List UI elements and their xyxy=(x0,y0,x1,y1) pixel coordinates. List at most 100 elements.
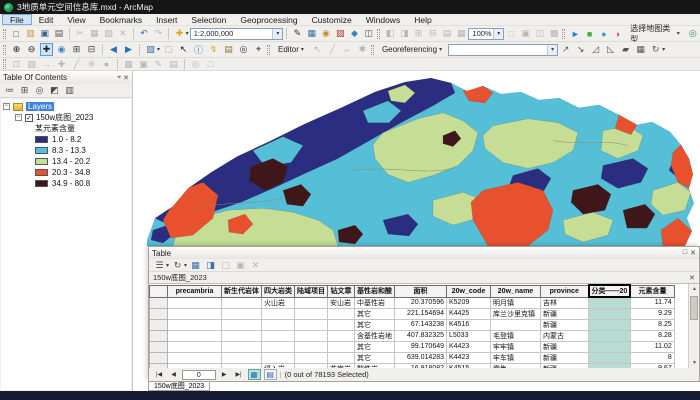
legend-swatch[interactable] xyxy=(35,136,48,143)
column-header[interactable]: 基性岩和酸 xyxy=(355,285,395,297)
list-by-drawing-order-icon[interactable]: ≔ xyxy=(3,84,16,97)
table-cell[interactable]: 11.02 xyxy=(630,341,674,352)
blue-globe-icon[interactable]: ● xyxy=(598,27,610,40)
table-cell[interactable]: 吉林 xyxy=(541,297,589,308)
table-cell[interactable] xyxy=(328,319,355,330)
menu-view[interactable]: View xyxy=(60,14,92,25)
page-icon-2[interactable]: ▦ xyxy=(455,27,467,40)
toolbar-grip[interactable] xyxy=(3,45,6,55)
open-folder-icon[interactable]: ▥ xyxy=(24,27,36,40)
table-cell[interactable]: 16.918082 xyxy=(395,363,447,368)
table-cell[interactable] xyxy=(168,319,222,330)
table-options-icon[interactable]: ☰ xyxy=(153,259,166,272)
layout-icon-1[interactable]: ◧ xyxy=(384,27,396,40)
record-number-input[interactable]: 0 xyxy=(182,370,216,380)
topo-icon-12[interactable]: ◎ xyxy=(189,58,202,71)
legend-swatch[interactable] xyxy=(35,169,48,176)
toolbar-grip[interactable] xyxy=(562,29,565,39)
table-cell[interactable]: 新疆 xyxy=(541,308,589,319)
snap-icon[interactable]: ✱ xyxy=(356,43,369,56)
zoom-to-selected-icon[interactable]: ▣ xyxy=(234,259,247,272)
undo-icon[interactable]: ↶ xyxy=(138,27,150,40)
collapse-icon[interactable]: − xyxy=(15,114,22,121)
redo-icon[interactable]: ↷ xyxy=(152,27,164,40)
data-frame-tab[interactable]: 150w底图_2023 xyxy=(148,382,210,391)
chevron-down-icon[interactable]: ▾ xyxy=(166,262,169,269)
table-cell[interactable] xyxy=(262,352,295,363)
save-icon[interactable]: ▣ xyxy=(38,27,50,40)
chevron-down-icon[interactable]: ▾ xyxy=(493,29,503,39)
collapse-icon[interactable]: − xyxy=(3,103,10,110)
table-cell[interactable] xyxy=(589,363,631,368)
go-to-xy-icon[interactable]: ⌖ xyxy=(252,43,265,56)
table-cell[interactable]: 其它 xyxy=(355,319,395,330)
show-selected-records-button[interactable]: ▤ xyxy=(264,369,277,380)
row-selector[interactable] xyxy=(150,352,168,363)
table-cell[interactable] xyxy=(222,341,262,352)
zoom-out-icon[interactable]: ⊖ xyxy=(25,43,38,56)
row-selector[interactable] xyxy=(150,341,168,352)
prev-record-button[interactable]: ◀ xyxy=(168,370,179,379)
cut-icon[interactable]: ✂ xyxy=(74,27,86,40)
table-cell[interactable] xyxy=(168,308,222,319)
table-cell[interactable]: 20.370596 xyxy=(395,297,447,308)
toc-layer-node[interactable]: − ✓ 150w底图_2023 xyxy=(1,112,131,123)
topo-icon-10[interactable]: ✎ xyxy=(152,58,165,71)
table-cell[interactable] xyxy=(295,341,328,352)
table-cell[interactable]: 9.67 xyxy=(630,363,674,368)
table-cell[interactable]: 明月镇 xyxy=(491,297,541,308)
table-cell[interactable]: 牢牢镇 xyxy=(491,341,541,352)
table-cell[interactable] xyxy=(262,308,295,319)
table-cell[interactable] xyxy=(222,308,262,319)
georeferencing-menu[interactable]: Georeferencing▾ xyxy=(377,43,448,56)
table-cell[interactable]: 其它 xyxy=(355,341,395,352)
table-cell[interactable]: 侵入岩 xyxy=(262,363,295,368)
menu-file[interactable]: File xyxy=(2,14,32,25)
layout-zoom-combo[interactable]: 100%▾ xyxy=(468,28,504,40)
zoom-page-out-icon[interactable]: ⊟ xyxy=(427,27,439,40)
legend-swatch[interactable] xyxy=(35,158,48,165)
pan-icon[interactable]: ✚ xyxy=(40,43,53,56)
column-header[interactable]: 20w_name xyxy=(491,285,541,297)
table-cell[interactable]: 67.143238 xyxy=(395,319,447,330)
legend-item[interactable]: 1.0 - 8.2 xyxy=(1,134,131,145)
page-icon-1[interactable]: ▤ xyxy=(441,27,453,40)
maximize-icon[interactable]: □ xyxy=(683,249,687,257)
table-cell[interactable] xyxy=(262,330,295,341)
toolbar-grip[interactable] xyxy=(3,29,6,39)
table-cell[interactable] xyxy=(295,330,328,341)
table-cell[interactable]: 酸性岩 xyxy=(355,363,395,368)
row-selector[interactable] xyxy=(150,319,168,330)
chevron-down-icon[interactable]: ▾ xyxy=(272,29,282,39)
table-cell[interactable] xyxy=(222,319,262,330)
window-icon[interactable]: ◫ xyxy=(363,27,375,40)
table-cell[interactable]: 99.170649 xyxy=(395,341,447,352)
toc-options-icon[interactable]: ▥ xyxy=(63,84,76,97)
table-cell[interactable]: K4423 xyxy=(447,352,491,363)
link-table-icon[interactable]: ▦ xyxy=(634,43,647,56)
clear-table-selection-icon[interactable]: ▢ xyxy=(219,259,232,272)
menu-bookmarks[interactable]: Bookmarks xyxy=(93,14,150,25)
table-cell[interactable] xyxy=(222,330,262,341)
table-cell[interactable] xyxy=(589,319,631,330)
close-tab-icon[interactable]: ✕ xyxy=(689,274,695,282)
select-by-attributes-icon[interactable]: ▦ xyxy=(189,259,202,272)
select-elements-icon[interactable]: ↖ xyxy=(177,43,190,56)
forward-extent-icon[interactable]: ▶ xyxy=(122,43,135,56)
menu-geoprocessing[interactable]: Geoprocessing xyxy=(233,14,304,25)
table-cell[interactable] xyxy=(262,319,295,330)
full-extent-icon[interactable]: ◉ xyxy=(55,43,68,56)
georef-bar-icon[interactable]: ▰ xyxy=(619,43,632,56)
table-cell[interactable] xyxy=(295,308,328,319)
copy-icon[interactable]: ▦ xyxy=(88,27,100,40)
toolbar-grip[interactable] xyxy=(377,29,380,39)
delete-selected-icon[interactable]: ✕ xyxy=(249,259,262,272)
table-cell[interactable]: 8.28 xyxy=(630,330,674,341)
table-cell[interactable] xyxy=(491,319,541,330)
scroll-up-icon[interactable]: ▲ xyxy=(689,284,699,294)
chevron-down-icon[interactable]: ▾ xyxy=(186,30,189,37)
table-cell[interactable]: 新疆 xyxy=(541,363,589,368)
table-cell[interactable] xyxy=(328,352,355,363)
legend-item[interactable]: 20.3 - 34.8 xyxy=(1,167,131,178)
switch-selection-icon[interactable]: ◨ xyxy=(204,259,217,272)
